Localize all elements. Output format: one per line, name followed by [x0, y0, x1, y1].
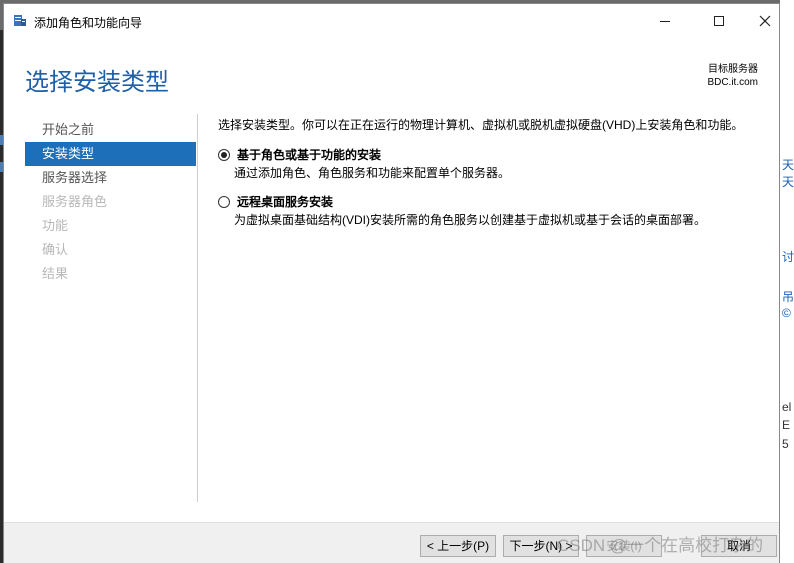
background-window: 天 天 讨 吊 © el E 5 [780, 0, 794, 563]
nav-item-installation-type[interactable]: 安装类型 [25, 142, 196, 166]
nav-item-confirmation: 确认 [42, 242, 69, 257]
option-label[interactable]: 远程桌面服务安装 [237, 194, 333, 210]
server-manager-icon [13, 13, 27, 27]
target-server-label: 目标服务器 [708, 64, 758, 75]
close-icon [759, 15, 771, 27]
watermark: CSDN @一个在高校打杂的 [557, 536, 764, 555]
main-content: 选择安装类型。你可以在正在运行的物理计算机、虚拟机或脱机虚拟硬盘(VHD)上安装… [218, 117, 763, 227]
nav-item-server-roles: 服务器角色 [42, 194, 108, 209]
nav-item-results: 结果 [42, 266, 69, 281]
title-bar[interactable]: 添加角色和功能向导 [4, 4, 779, 38]
minimize-button[interactable] [642, 4, 688, 38]
wizard-steps-nav: 开始之前 安装类型 服务器选择 服务器角色 功能 确认 结果 [25, 118, 196, 286]
radio-role-based[interactable] [218, 149, 230, 161]
background-text: 天 [782, 158, 794, 172]
background-text: el [782, 400, 792, 414]
background-text: © [782, 306, 791, 320]
sidebar-divider [197, 114, 198, 502]
nav-item-server-selection[interactable]: 服务器选择 [25, 166, 196, 190]
maximize-icon [714, 16, 724, 26]
target-server-info: 目标服务器 BDC.it.com [707, 63, 758, 89]
option-label[interactable]: 基于角色或基于功能的安装 [237, 147, 381, 163]
minimize-icon [660, 20, 670, 22]
maximize-button[interactable] [696, 4, 742, 38]
close-button[interactable] [742, 4, 788, 38]
page-title: 选择安装类型 [25, 68, 169, 96]
option-description: 通过添加角色、角色服务和功能来配置单个服务器。 [234, 166, 511, 180]
wizard-window: 添加角色和功能向导 选择安装类型 目标服务器 BDC.it.com 开始之前 安… [3, 3, 780, 563]
background-text: 天 [782, 175, 794, 189]
background-text: 讨 [782, 250, 794, 264]
radio-remote-desktop[interactable] [218, 196, 230, 208]
target-server-name: BDC.it.com [707, 77, 758, 88]
intro-text: 选择安装类型。你可以在正在运行的物理计算机、虚拟机或脱机虚拟硬盘(VHD)上安装… [218, 118, 744, 132]
window-title: 添加角色和功能向导 [34, 16, 143, 30]
nav-item-before-you-begin[interactable]: 开始之前 [25, 118, 196, 142]
option-description: 为虚拟桌面基础结构(VDI)安装所需的角色服务以创建基于虚拟机或基于会话的桌面部… [234, 213, 706, 227]
background-text: 5 [782, 437, 789, 451]
nav-item-features: 功能 [42, 218, 69, 233]
background-text: 吊 [782, 290, 794, 304]
background-text: E [782, 418, 791, 432]
previous-button[interactable]: < 上一步(P) [420, 535, 496, 557]
